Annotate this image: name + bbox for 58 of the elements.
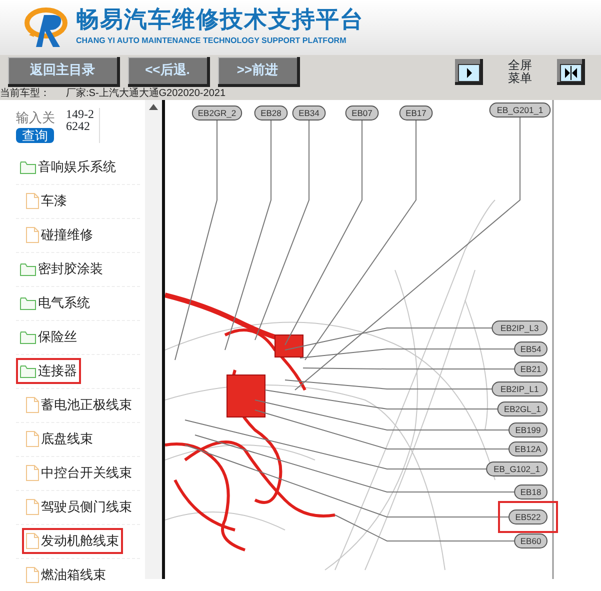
document-icon bbox=[26, 431, 39, 447]
connector-label: EB28 bbox=[254, 106, 288, 120]
tree-item[interactable]: 电气系统 bbox=[16, 290, 94, 316]
connector-label: EB_G201_1 bbox=[489, 102, 551, 118]
vehicle-model: 厂家:S-上汽大通大通G202020-2021 bbox=[66, 88, 226, 100]
connector-label: EB2GL_1 bbox=[497, 402, 548, 416]
connector-label: EB34 bbox=[292, 106, 326, 120]
connector-label: EB522 bbox=[498, 501, 558, 533]
vehicle-label: 当前车型： bbox=[0, 88, 50, 100]
connector-label: EB54 bbox=[514, 342, 548, 356]
document-icon bbox=[26, 227, 39, 243]
connector-label: EB21 bbox=[514, 362, 548, 376]
tree-item[interactable]: 碰撞维修 bbox=[22, 222, 97, 248]
tree-item[interactable]: 密封胶涂装 bbox=[16, 256, 107, 282]
folder-icon bbox=[20, 296, 36, 310]
connector-label: EB60 bbox=[514, 534, 548, 548]
site-title: 畅易汽车维修技术支持平台 bbox=[76, 8, 364, 31]
connector-label: EB2IP_L1 bbox=[492, 382, 548, 396]
split-panel-button[interactable] bbox=[557, 58, 585, 84]
tree-item[interactable]: 音响娱乐系统 bbox=[16, 154, 120, 180]
tree-item[interactable]: 发动机舱线束 bbox=[22, 528, 123, 554]
nav-button[interactable]: >>前进 bbox=[218, 56, 300, 86]
document-icon bbox=[26, 397, 39, 413]
expand-panel-button[interactable] bbox=[454, 58, 483, 84]
search-button[interactable]: 查询 bbox=[16, 128, 54, 142]
nav-button[interactable]: <<后退. bbox=[128, 56, 210, 86]
folder-icon bbox=[20, 364, 36, 378]
tree-item[interactable]: 蓄电池正极线束 bbox=[22, 392, 136, 418]
folder-icon bbox=[20, 262, 36, 276]
tree-item[interactable]: 连接器 bbox=[16, 358, 81, 384]
document-icon bbox=[26, 567, 39, 583]
search-field[interactable]: 输入关 bbox=[16, 108, 58, 128]
scroll-up-icon[interactable] bbox=[149, 104, 158, 110]
connector-label: EB199 bbox=[508, 422, 548, 438]
document-icon bbox=[26, 193, 39, 209]
folder-icon bbox=[20, 160, 36, 174]
nav-button[interactable]: 返回主目录 bbox=[8, 56, 120, 86]
tree-item[interactable]: 燃油箱线束 bbox=[22, 562, 110, 588]
tree-item[interactable]: 中控台开关线束 bbox=[22, 460, 136, 486]
connector-label: EB2GR_2 bbox=[192, 106, 242, 120]
connector-label: EB07 bbox=[345, 106, 379, 120]
tree-item[interactable]: 车漆 bbox=[22, 188, 71, 214]
document-icon bbox=[26, 533, 39, 549]
fullscreen-menu-label[interactable]: 全屏菜单 bbox=[506, 58, 533, 84]
query-value[interactable]: 149-26242 bbox=[66, 108, 100, 142]
document-icon bbox=[26, 465, 39, 481]
connector-label: EB17 bbox=[399, 106, 433, 120]
document-icon bbox=[26, 499, 39, 515]
connector-label: EB2IP_L3 bbox=[492, 320, 548, 336]
connector-label: EB18 bbox=[514, 484, 548, 500]
tree-item[interactable]: 保险丝 bbox=[16, 324, 81, 350]
folder-icon bbox=[20, 330, 36, 344]
tree-item[interactable]: 驾驶员侧门线束 bbox=[22, 494, 136, 520]
logo-icon bbox=[24, 6, 68, 48]
connector-label: EB12A bbox=[508, 442, 548, 456]
tree-item[interactable]: 底盘线束 bbox=[22, 426, 97, 452]
site-subtitle: CHANG YI AUTO MAINTENANCE TECHNOLOGY SUPPORT PLATFORM bbox=[76, 35, 348, 47]
connector-label: EB_G102_1 bbox=[486, 462, 548, 476]
